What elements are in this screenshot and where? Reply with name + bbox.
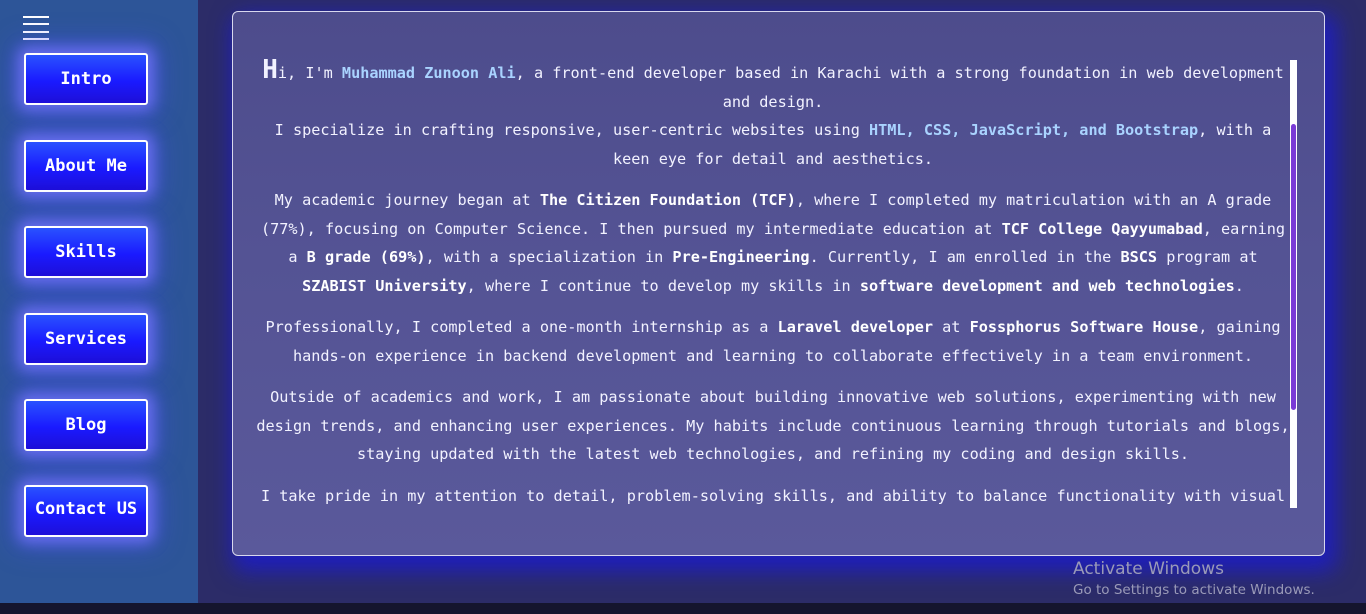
content-scrollbar[interactable] bbox=[1290, 60, 1297, 508]
text: My academic journey began at bbox=[274, 191, 540, 209]
nav-about-me-button[interactable]: About Me bbox=[24, 140, 148, 192]
text: . bbox=[1234, 276, 1244, 295]
about-paragraph-experience: Professionally, I completed a one-month … bbox=[253, 313, 1293, 370]
hamburger-line bbox=[23, 30, 49, 33]
about-panel: Hi, I'm Muhammad Zunoon Ali, a front-end… bbox=[232, 11, 1325, 556]
about-paragraph-interests: Outside of academics and work, I am pass… bbox=[256, 388, 1290, 463]
dropcap-letter: H bbox=[262, 56, 278, 85]
author-name: Muhammad Zunoon Ali bbox=[341, 64, 516, 82]
about-paragraph-strengths: I take pride in my attention to detail, … bbox=[260, 486, 1286, 505]
sidebar: Intro About Me Skills Services Blog Cont… bbox=[0, 0, 198, 603]
watermark-title: Activate Windows bbox=[1073, 559, 1224, 579]
text: , where I continue to develop my skills … bbox=[466, 276, 860, 295]
text: i, I'm bbox=[277, 64, 342, 82]
text: I specialize in crafting responsive, use… bbox=[274, 121, 869, 139]
program-name: BSCS bbox=[1120, 248, 1158, 266]
company-name: Fossphorus Software House bbox=[969, 318, 1199, 336]
about-paragraph-intro: Hi, I'm Muhammad Zunoon Ali, a front-end… bbox=[253, 56, 1293, 173]
hamburger-line bbox=[23, 23, 49, 26]
text: at bbox=[933, 318, 970, 336]
nav-skills-button[interactable]: Skills bbox=[24, 226, 148, 278]
college-grade: B grade (69%) bbox=[306, 248, 426, 266]
about-content[interactable]: Hi, I'm Muhammad Zunoon Ali, a front-end… bbox=[253, 56, 1293, 508]
nav-contact-us-button[interactable]: Contact US bbox=[24, 485, 148, 537]
hamburger-line bbox=[23, 37, 49, 40]
hamburger-line bbox=[23, 16, 49, 18]
nav-services-button[interactable]: Services bbox=[24, 313, 148, 365]
text: . Currently, I am enrolled in the bbox=[809, 248, 1121, 266]
skills-highlight: HTML, CSS, JavaScript, and Bootstrap bbox=[869, 121, 1199, 139]
nav-intro-button[interactable]: Intro bbox=[24, 53, 148, 105]
focus-area: software development and web technologie… bbox=[859, 276, 1235, 295]
bottom-strip bbox=[0, 603, 1366, 614]
internship-role: Laravel developer bbox=[777, 318, 934, 336]
college-name: TCF College Qayyumabad bbox=[1001, 219, 1203, 238]
text: Professionally, I completed a one-month … bbox=[265, 318, 778, 336]
about-paragraph-education: My academic journey began at The Citizen… bbox=[253, 186, 1293, 300]
school-name: The Citizen Foundation (TCF) bbox=[539, 191, 796, 209]
text: program at bbox=[1157, 248, 1258, 266]
hamburger-menu-icon[interactable] bbox=[23, 16, 49, 40]
specialization: Pre-Engineering bbox=[672, 248, 810, 266]
university-name: SZABIST University bbox=[302, 276, 467, 295]
nav-blog-button[interactable]: Blog bbox=[24, 399, 148, 451]
windows-activation-watermark: Activate Windows Go to Settings to activ… bbox=[1073, 558, 1315, 600]
watermark-subtitle: Go to Settings to activate Windows. bbox=[1073, 582, 1315, 598]
text: , a front-end developer based in Karachi… bbox=[515, 64, 1284, 111]
scrollbar-thumb[interactable] bbox=[1291, 124, 1296, 410]
text: , with a specialization in bbox=[425, 248, 673, 266]
